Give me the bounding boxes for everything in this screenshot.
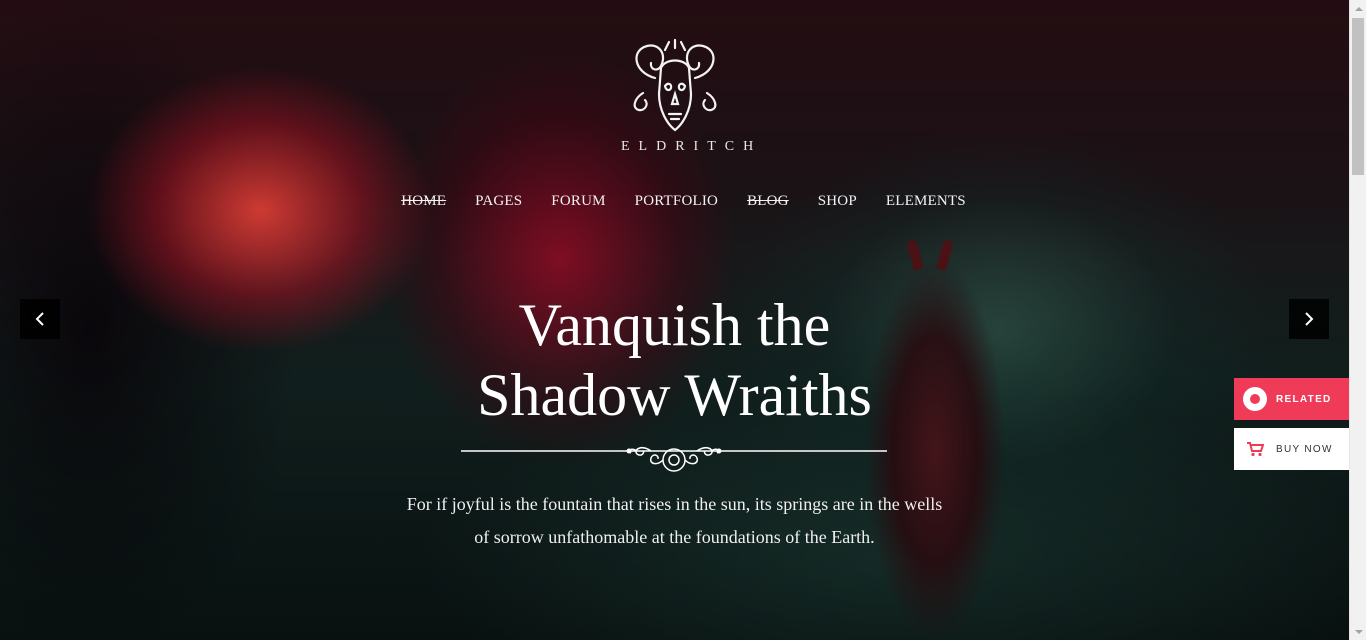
scroll-down-arrow-icon[interactable] xyxy=(1350,623,1366,640)
scroll-up-arrow-icon[interactable] xyxy=(1350,0,1366,17)
hero-title-line-1: Vanquish the xyxy=(518,292,831,358)
hero-subtitle-line-1: For if joyful is the fountain that rises… xyxy=(406,494,943,514)
nav-item-home[interactable]: HOME xyxy=(401,193,446,210)
hero-title-line-2: Shadow Wraiths xyxy=(477,362,872,428)
related-label: RELATED xyxy=(1276,393,1332,405)
nav-item-portfolio[interactable]: PORTFOLIO xyxy=(635,193,718,210)
nav-item-elements[interactable]: ELEMENTS xyxy=(886,193,966,210)
site-logo[interactable]: ELDRITCH xyxy=(612,38,763,163)
buy-now-button[interactable]: BUY NOW xyxy=(1234,428,1349,470)
browser-viewport: ELDRITCH HOME PAGES FORUM PORTFOLIO BLOG… xyxy=(0,0,1366,640)
nav-item-pages[interactable]: PAGES xyxy=(475,193,522,210)
ornamental-divider xyxy=(461,447,887,472)
nav-item-shop[interactable]: SHOP xyxy=(818,193,857,210)
hero-subtitle: For if joyful is the fountain that rises… xyxy=(0,488,1349,554)
hero-title: Vanquish the Shadow Wraiths xyxy=(0,290,1349,430)
brand-name: ELDRITCH xyxy=(621,139,763,154)
scrollbar-thumb[interactable] xyxy=(1352,18,1364,175)
ram-skull-icon xyxy=(633,38,716,132)
nav-item-blog[interactable]: BLOG xyxy=(747,193,789,210)
vertical-scrollbar[interactable] xyxy=(1349,0,1366,640)
hero-slider: ELDRITCH HOME PAGES FORUM PORTFOLIO BLOG… xyxy=(0,0,1349,640)
related-circle-icon xyxy=(1234,386,1276,412)
main-navigation: HOME PAGES FORUM PORTFOLIO BLOG SHOP ELE… xyxy=(0,193,1349,210)
hero-subtitle-line-2: of sorrow unfathomable at the foundation… xyxy=(474,527,875,547)
buy-now-label: BUY NOW xyxy=(1276,443,1333,455)
nav-item-forum[interactable]: FORUM xyxy=(551,193,605,210)
related-button[interactable]: RELATED xyxy=(1234,378,1349,420)
cart-icon xyxy=(1234,441,1276,457)
